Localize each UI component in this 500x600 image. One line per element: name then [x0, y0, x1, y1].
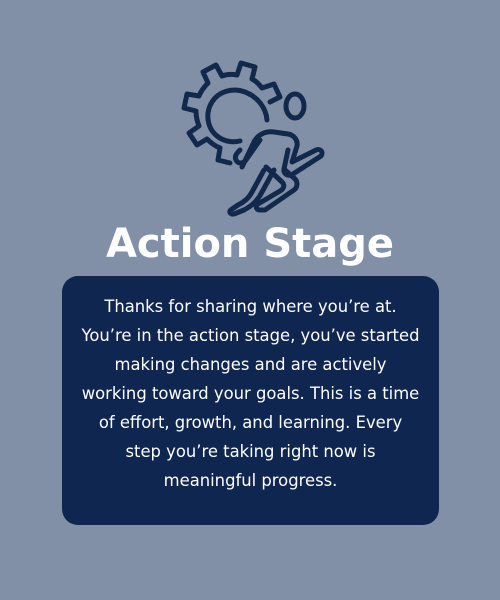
gear-runner-icon	[170, 42, 335, 217]
page-title: Action Stage	[105, 221, 395, 267]
message-text: Thanks for sharing where you’re at. You’…	[81, 297, 420, 490]
message-card: Thanks for sharing where you’re at. You’…	[62, 276, 439, 525]
